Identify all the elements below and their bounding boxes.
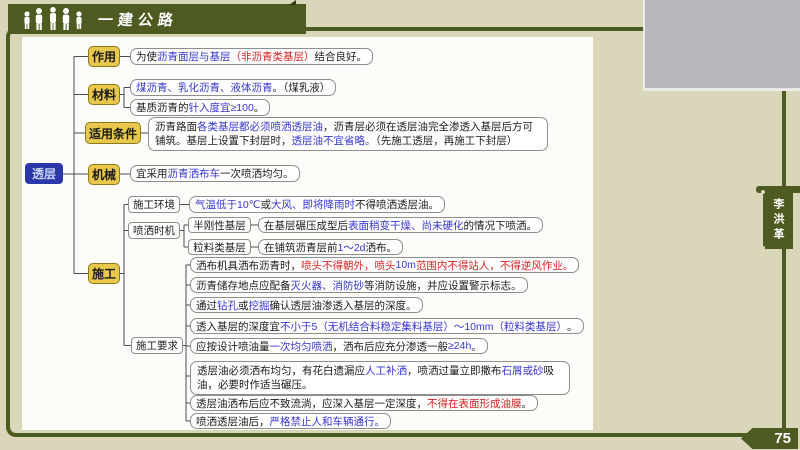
page-number-badge: 75 xyxy=(741,428,798,449)
branch-material-node: 材料 xyxy=(88,84,120,105)
branch-function-node: 作用 xyxy=(88,46,120,67)
requirement-item-7: 透层油洒布后应不致流淌，应深入基层一定深度， 不得在表面形成油膜。 xyxy=(190,395,538,411)
requirement-item-6: 透层油必须洒布均匀，有花白遗漏应人工补洒，喷洒过量立即撒布石屑或砂吸油，必要时作… xyxy=(190,361,570,395)
instructor-name-flag: 李洪革 xyxy=(761,190,793,250)
label-requirements-node: 施工要求 xyxy=(131,337,183,354)
label-spray-timing-node: 喷洒时机 xyxy=(128,222,180,239)
requirement-item-3: 通过 钻孔或挖掘 确认透层油渗透入基层的深度。 xyxy=(190,297,423,313)
leaf-function: 为使 沥青面层与基层 （非沥青类基层） 结合良好。 xyxy=(130,48,373,65)
leaf-conditions: 沥青路面各类基层都必须喷洒透层油，沥青层必须在透层油完全渗透入基层后方可铺筑。基… xyxy=(148,117,548,151)
mindmap-root-node: 透层 xyxy=(25,163,63,184)
brand-title: 一建公路 xyxy=(96,11,180,29)
requirement-item-2: 沥青储存地点应配备 灭火器、消防砂 等消防设施，并应设置警示标志。 xyxy=(190,277,528,293)
branch-construction-node: 施工 xyxy=(88,263,120,284)
label-semirigid-base-node: 半刚性基层 xyxy=(188,217,251,233)
people-icon xyxy=(24,7,82,30)
leaf-material-penetration: 基质沥青的 针入度宜≥100。 xyxy=(130,99,271,116)
branch-conditions-node: 适用条件 xyxy=(85,122,141,144)
leaf-semirigid-base: 在基层碾压成型后 表面稍变干燥、尚未硬化 的情况下喷洒。 xyxy=(258,217,543,233)
brand-banner: 一建公路 xyxy=(8,0,306,34)
leaf-environment: 气温低于10℃ 或大风、即将降雨时 不得喷洒透层油。 xyxy=(189,196,445,213)
requirement-item-1: 洒布机具洒布沥青时， 喷头不得朝外，喷头 10m 范围内不得站人，不得逆风作业。 xyxy=(190,257,580,273)
requirement-item-8: 喷洒透层油后， 严格禁止人和车辆通行。 xyxy=(190,413,391,429)
label-granular-base-node: 粒料类基层 xyxy=(188,239,251,255)
requirement-item-5: 应按设计喷油量 一次均匀喷洒 ，洒布后应充分渗透一般 ≥24h。 xyxy=(190,338,488,354)
label-environment-node: 施工环境 xyxy=(128,196,180,213)
branch-machinery-node: 机械 xyxy=(88,164,120,185)
leaf-granular-base: 在铺筑沥青层前 1～2d 洒布。 xyxy=(258,239,404,255)
leaf-machinery: 宜采用 沥青洒布车 一次喷洒均匀。 xyxy=(130,165,300,182)
webcam-placeholder xyxy=(643,0,800,91)
leaf-material-types: 煤沥青、乳化沥青、液体沥青 。（煤乳液） xyxy=(130,79,337,96)
requirement-item-4: 透入基层的深度宜 不小于5（无机结合料稳定集料基层）～10mm（粒料类基层）。 xyxy=(190,318,584,334)
lecture-slide-stage: 透层 作用 材料 适用条件 机械 施工 为使 沥青面层与基层 （非沥青类基层） 结合良… xyxy=(0,0,800,450)
